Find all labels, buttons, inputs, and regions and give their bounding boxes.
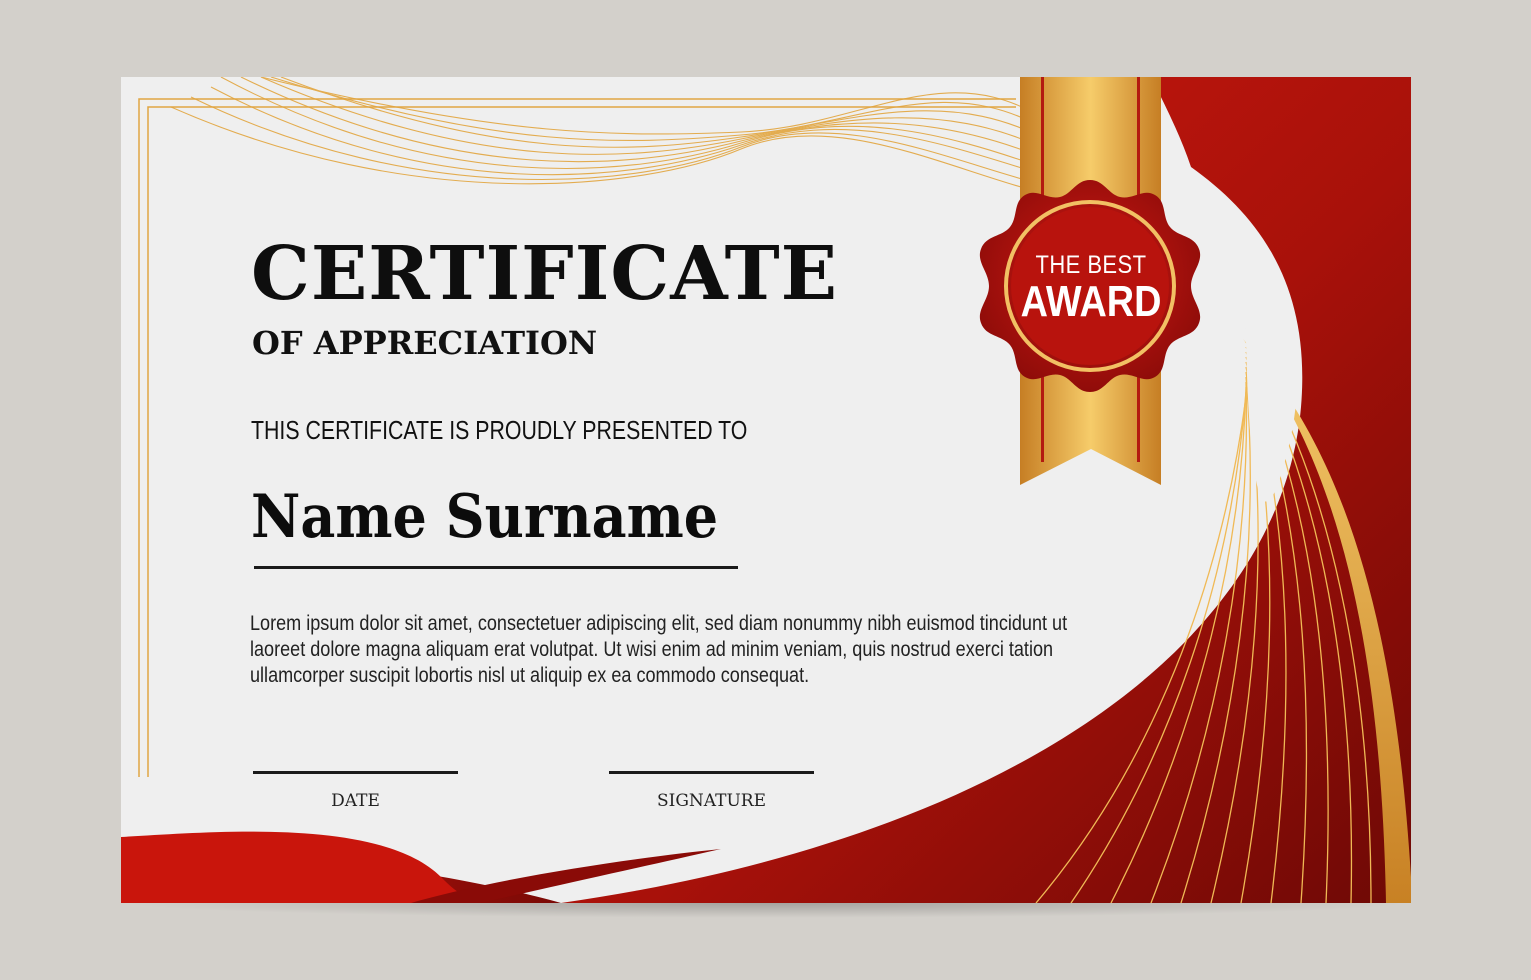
certificate-title: CERTIFICATE bbox=[251, 231, 839, 317]
body-text: Lorem ipsum dolor sit amet, consectetuer… bbox=[250, 612, 1068, 687]
date-line bbox=[253, 771, 458, 774]
certificate-card: CERTIFICATE OF APPRECIATION THIS CERTIFI… bbox=[121, 77, 1411, 903]
recipient-name: Name Surname bbox=[251, 482, 719, 552]
gold-wave-lines bbox=[170, 77, 1062, 198]
presented-to-line: THIS CERTIFICATE IS PROUDLY PRESENTED TO bbox=[251, 415, 748, 445]
name-underline bbox=[254, 566, 738, 569]
signature-label: SIGNATURE bbox=[656, 791, 767, 811]
seal-line-1: THE BEST bbox=[1035, 251, 1147, 279]
canvas: CERTIFICATE OF APPRECIATION THIS CERTIFI… bbox=[0, 0, 1531, 980]
date-label: DATE bbox=[331, 791, 380, 811]
signature-line bbox=[609, 771, 814, 774]
seal-line-2: AWARD bbox=[1020, 277, 1162, 326]
certificate-subtitle: OF APPRECIATION bbox=[252, 324, 598, 362]
red-band-left-lower bbox=[121, 831, 481, 903]
seal-text: THE BEST AWARD bbox=[1006, 253, 1176, 324]
